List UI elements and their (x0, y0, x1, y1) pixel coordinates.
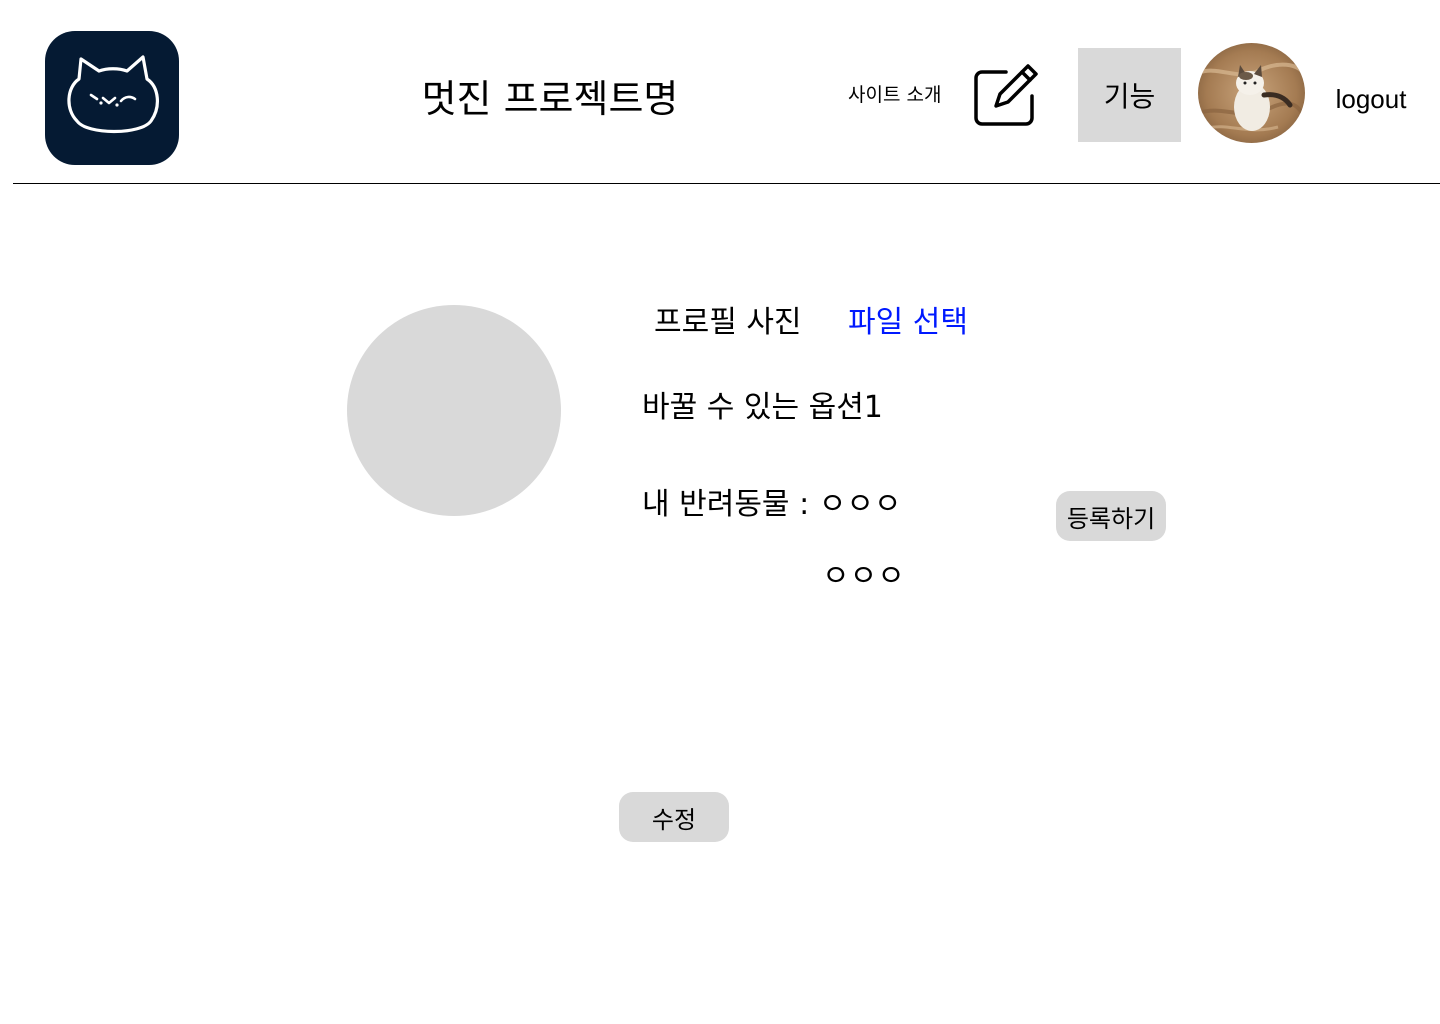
feature-button-label: 기능 (1103, 80, 1156, 113)
pet-label: 내 반려동물 : ㅇㅇㅇ (642, 487, 902, 522)
header-divider (13, 183, 1440, 184)
cat-photo-avatar[interactable] (1198, 43, 1305, 143)
edit-button[interactable]: 수정 (619, 792, 729, 842)
file-select-link[interactable]: 파일 선택 (848, 303, 968, 343)
logout-link[interactable]: logout (1326, 82, 1416, 116)
option1-label: 바꿀 수 있는 옵션1 (642, 390, 883, 425)
edit-button-label: 수정 (651, 805, 697, 834)
cat-face-logo-icon (67, 55, 159, 134)
pet-name-second: ㅇㅇㅇ (822, 559, 905, 594)
feature-button[interactable]: 기능 (1078, 48, 1181, 142)
register-button[interactable]: 등록하기 (1056, 491, 1166, 541)
profile-photo-label: 프로필 사진 (654, 305, 802, 340)
profile-photo-placeholder (347, 305, 561, 516)
project-title: 멋진 프로젝트명 (421, 77, 679, 121)
pencil-square-icon[interactable] (972, 60, 1042, 128)
nav-site-intro-link[interactable]: 사이트 소개 (848, 82, 941, 108)
logo[interactable] (45, 31, 179, 165)
register-button-label: 등록하기 (1066, 504, 1156, 533)
